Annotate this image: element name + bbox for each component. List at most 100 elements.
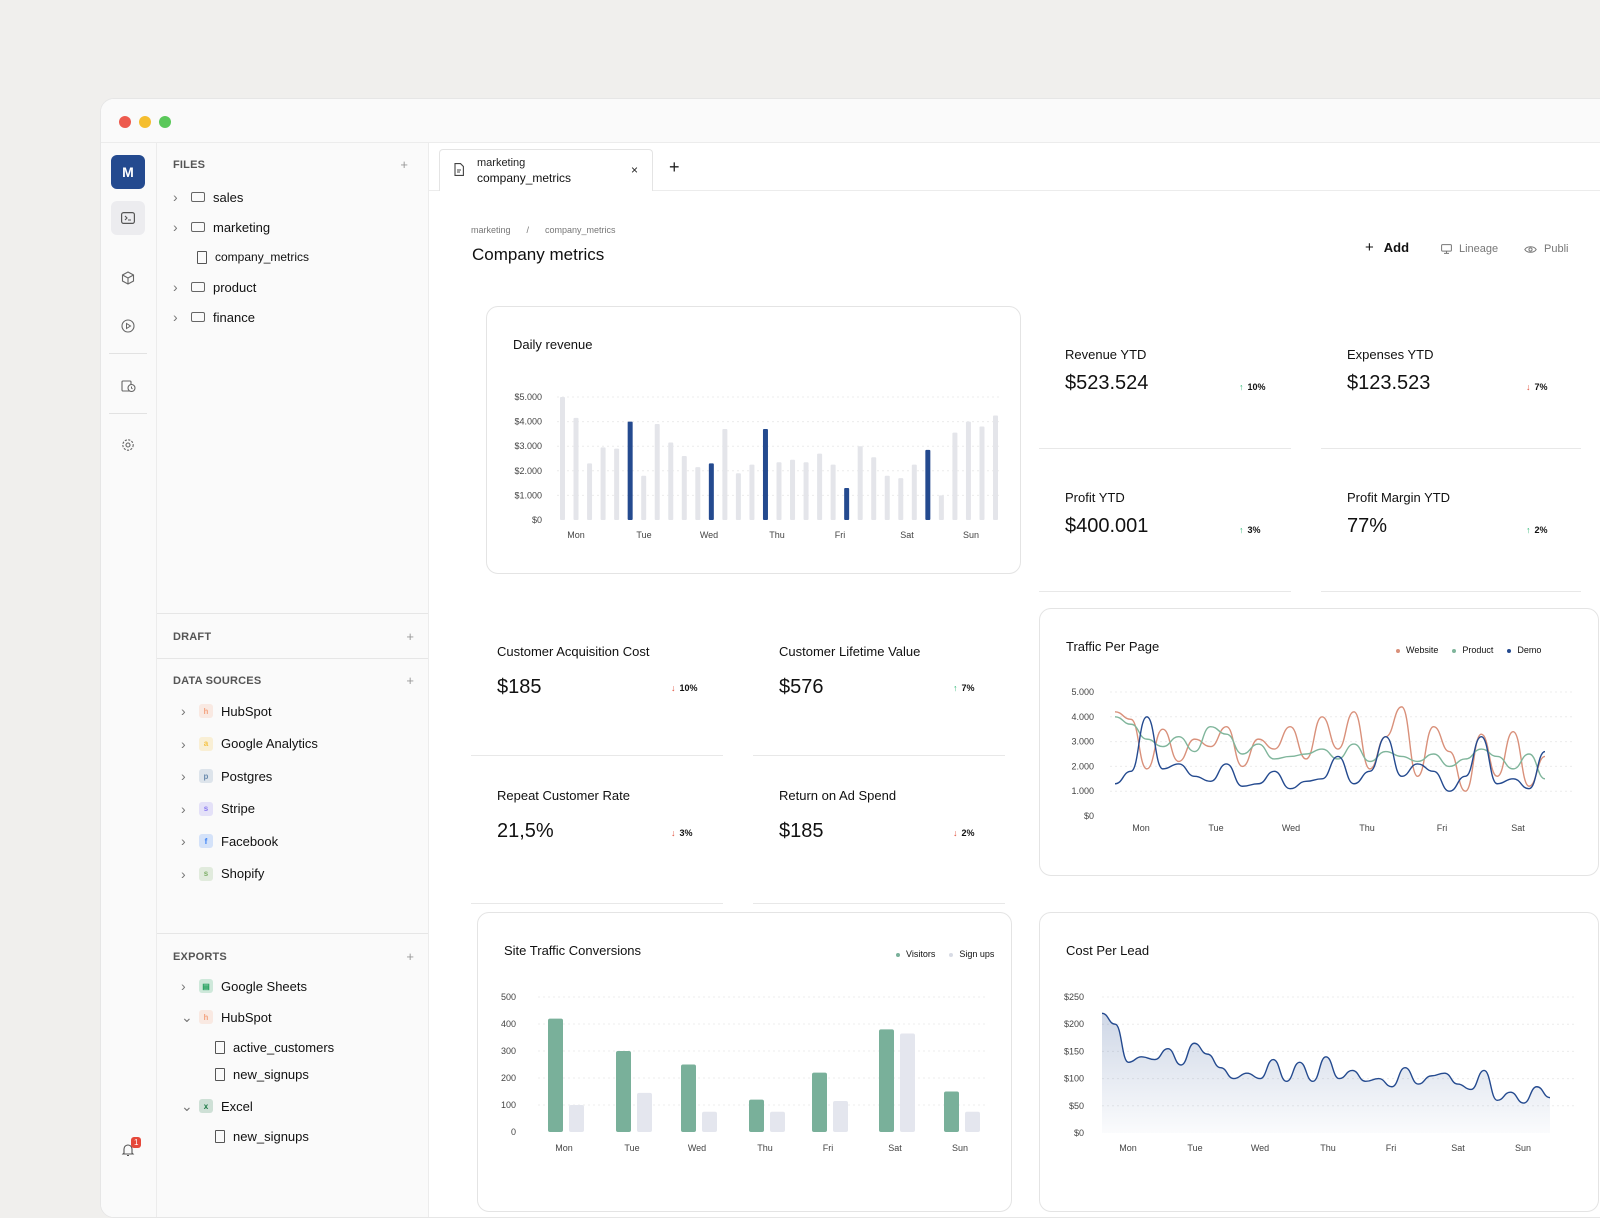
item-label: new_signups (233, 1128, 309, 1144)
chevron-right-icon[interactable]: › (181, 703, 191, 719)
item-label: new_signups (233, 1066, 309, 1082)
page-title: Company metrics (472, 245, 605, 264)
bar-sign-ups (900, 1033, 915, 1132)
export-item[interactable]: › ▤ Google Sheets (181, 975, 307, 997)
daily-revenue-card: Daily revenue $0 $1.000 $2.000 $3.000 $4.000… (486, 306, 1021, 574)
x-tick-label: Fri (1386, 1143, 1397, 1153)
revenue-bar (965, 421, 971, 520)
chevron-right-icon[interactable]: › (173, 279, 183, 295)
notification-badge: 1 (131, 1137, 142, 1148)
y-tick-label: 500 (501, 992, 516, 1002)
folder-item[interactable]: › marketing (173, 216, 270, 238)
minimize-window-button[interactable] (139, 116, 151, 128)
chevron-right-icon[interactable]: › (181, 833, 191, 849)
x-tick-label: Wed (1282, 823, 1300, 833)
avatar[interactable]: M (111, 155, 145, 189)
add-button[interactable]: + Add (1365, 239, 1409, 256)
bar-visitors (548, 1018, 563, 1132)
data-source-item[interactable]: › s Stripe (181, 798, 255, 820)
chevron-right-icon[interactable]: › (181, 801, 191, 817)
kpi-value: $576 (779, 676, 824, 698)
export-file-item[interactable]: active_customers (215, 1036, 334, 1058)
chevron-right-icon[interactable]: › (181, 736, 191, 752)
x-tick-label: Thu (1359, 823, 1375, 833)
item-label: Facebook (221, 833, 279, 849)
export-file-item[interactable]: new_signups (215, 1063, 309, 1085)
chevron-right-icon[interactable]: › (173, 189, 183, 205)
chevron-right-icon[interactable]: › (173, 309, 183, 325)
add-export-button[interactable]: + (406, 949, 414, 964)
revenue-bar (587, 463, 593, 520)
history-icon[interactable] (111, 369, 145, 403)
revenue-bar (790, 459, 796, 520)
revenue-bar (722, 428, 728, 520)
kpi-tile: Customer Acquisition Cost $185 ↓ 10% (471, 608, 723, 756)
kpi-tile: Profit Margin YTD 77% ↑ 2% (1321, 449, 1581, 592)
x-tick-label: Fri (823, 1143, 834, 1153)
terminal-icon[interactable] (111, 201, 145, 235)
notification-bell-icon[interactable]: 1 (111, 1133, 145, 1167)
kpi-value: 77% (1347, 515, 1388, 537)
x-tick-label: Sat (1511, 823, 1525, 833)
kpi-title: Expenses YTD (1347, 347, 1434, 362)
x-tick-label: Tue (1187, 1143, 1202, 1153)
revenue-bar (830, 464, 836, 520)
item-label: finance (213, 309, 255, 325)
y-tick-label: $200 (1064, 1019, 1084, 1029)
chevron-right-icon[interactable]: › (173, 219, 183, 235)
breadcrumb-item[interactable]: company_metrics (545, 225, 616, 235)
y-tick-label: 200 (501, 1073, 516, 1083)
kpi-tile: Profit YTD $400.001 ↑ 3% (1039, 449, 1291, 592)
add-data-source-button[interactable]: + (406, 673, 414, 688)
cube-icon[interactable] (111, 261, 145, 295)
bar-sign-ups (965, 1111, 980, 1132)
x-tick-label: Mon (567, 530, 585, 540)
tab-company-metrics[interactable]: marketing company_metrics × (439, 149, 653, 191)
close-tab-icon[interactable]: × (631, 163, 638, 177)
play-icon[interactable] (111, 309, 145, 343)
eye-icon (1524, 245, 1537, 253)
data-source-item[interactable]: › f Facebook (181, 830, 278, 852)
add-draft-button[interactable]: + (406, 629, 414, 644)
chevron-right-icon[interactable]: › (181, 768, 191, 784)
chevron-right-icon[interactable]: › (181, 978, 191, 994)
data-source-item[interactable]: › s Shopify (181, 863, 264, 885)
settings-icon[interactable] (111, 428, 145, 462)
x-tick-label: Sat (888, 1143, 902, 1153)
kpi-value: $523.524 (1065, 372, 1149, 394)
shopify-icon: s (199, 866, 213, 881)
folder-item[interactable]: › sales (173, 186, 243, 208)
maximize-window-button[interactable] (159, 116, 171, 128)
kpi-tile: Revenue YTD $523.524 ↑ 10% (1039, 306, 1291, 449)
folder-item[interactable]: › product (173, 276, 256, 298)
chevron-down-icon[interactable]: ⌄ (181, 1009, 193, 1026)
folder-item[interactable]: › finance (173, 306, 255, 328)
file-item[interactable]: company_metrics (197, 246, 309, 268)
lineage-button[interactable]: Lineage (1441, 243, 1498, 255)
export-item[interactable]: ⌄ x Excel (181, 1095, 253, 1117)
x-tick-label: Sun (952, 1143, 968, 1153)
title-bar (101, 99, 1600, 143)
data-source-item[interactable]: › p Postgres (181, 765, 272, 787)
new-tab-button[interactable]: + (669, 157, 680, 178)
close-window-button[interactable] (119, 116, 131, 128)
arrow-up-icon: ↑ (953, 683, 958, 693)
y-tick-label: 0 (511, 1127, 516, 1137)
data-source-item[interactable]: › h HubSpot (181, 700, 272, 722)
add-file-button[interactable]: + (400, 157, 408, 172)
revenue-bar (614, 448, 620, 520)
file-icon (454, 163, 464, 176)
breadcrumb-item[interactable]: marketing (471, 225, 511, 235)
x-tick-label: Thu (1320, 1143, 1336, 1153)
file-icon (215, 1040, 225, 1054)
chevron-down-icon[interactable]: ⌄ (181, 1098, 193, 1115)
revenue-bar (871, 457, 877, 520)
publish-button[interactable]: Publi (1524, 243, 1568, 255)
bar-sign-ups (637, 1092, 652, 1132)
chevron-right-icon[interactable]: › (181, 866, 191, 882)
export-file-item[interactable]: new_signups (215, 1125, 309, 1147)
data-source-item[interactable]: › a Google Analytics (181, 733, 318, 755)
y-tick-label: $3.000 (514, 441, 542, 451)
export-item[interactable]: ⌄ h HubSpot (181, 1006, 272, 1028)
item-label: HubSpot (221, 703, 272, 719)
